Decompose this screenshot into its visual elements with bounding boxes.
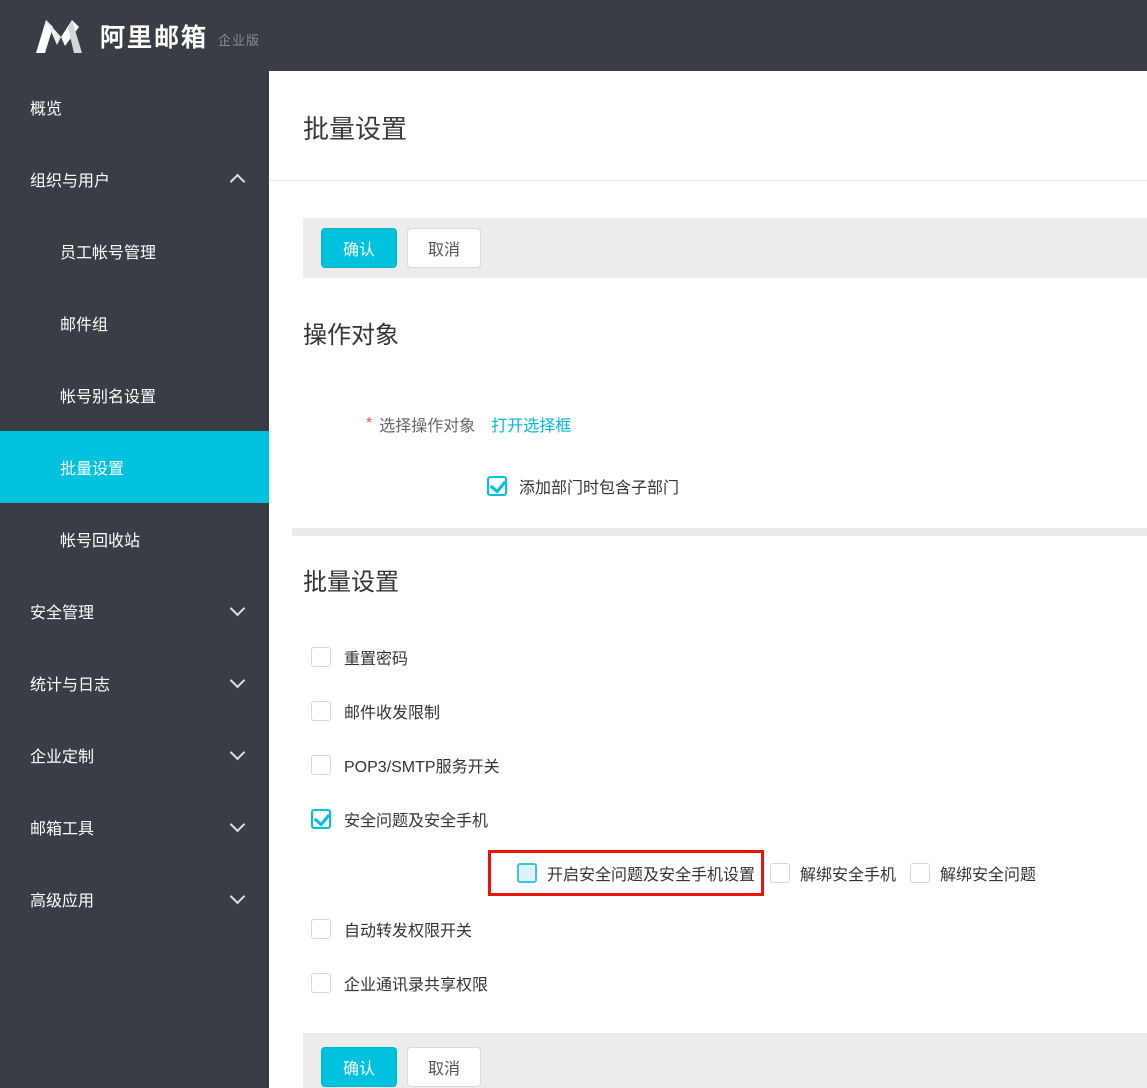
option-row-mail-limit: 邮件收发限制 xyxy=(311,701,1147,722)
brand-name: 阿里邮箱 xyxy=(100,23,209,52)
option-label: POP3/SMTP服务开关 xyxy=(344,759,500,776)
cancel-button[interactable]: 取消 xyxy=(407,228,481,268)
page-title: 批量设置 xyxy=(303,114,408,144)
alimail-logo: 阿里邮箱 企业版 xyxy=(34,18,260,54)
auto-forward-checkbox[interactable] xyxy=(311,919,331,939)
select-target-label: 选择操作对象 xyxy=(379,418,476,435)
cancel-button[interactable]: 取消 xyxy=(407,1047,481,1087)
sidebar-item-stats-logs[interactable]: 统计与日志 xyxy=(0,647,269,719)
confirm-button[interactable]: 确认 xyxy=(321,1047,397,1087)
chevron-down-icon xyxy=(229,600,246,617)
open-selector-link[interactable]: 打开选择框 xyxy=(491,412,571,436)
security-qa-phone-checkbox[interactable] xyxy=(311,809,331,829)
sidebar-item-advanced-apps[interactable]: 高级应用 xyxy=(0,863,269,935)
mail-limit-checkbox[interactable] xyxy=(311,701,331,721)
chevron-down-icon xyxy=(229,672,246,689)
sidebar-item-security-mgmt[interactable]: 安全管理 xyxy=(0,575,269,647)
include-subdept-label: 添加部门时包含子部门 xyxy=(519,480,680,497)
option-row-pop3-smtp: POP3/SMTP服务开关 xyxy=(311,755,1147,776)
pop3-smtp-checkbox[interactable] xyxy=(311,755,331,775)
required-asterisk: * xyxy=(366,415,373,432)
contacts-share-checkbox[interactable] xyxy=(311,973,331,993)
sidebar-item-enterprise-custom[interactable]: 企业定制 xyxy=(0,719,269,791)
sub-option-label: 开启安全问题及安全手机设置 xyxy=(547,867,756,884)
option-row-contacts-share: 企业通讯录共享权限 xyxy=(311,973,1147,994)
bottom-action-bar: 确认 取消 xyxy=(303,1033,1147,1088)
chevron-down-icon xyxy=(229,744,246,761)
include-subdept-checkbox[interactable] xyxy=(487,476,507,496)
confirm-button[interactable]: 确认 xyxy=(321,228,397,268)
include-subdept-row: 添加部门时包含子部门 xyxy=(487,474,1147,498)
top-action-bar: 确认 取消 xyxy=(303,218,1147,278)
sidebar-item-mailbox-tools[interactable]: 邮箱工具 xyxy=(0,791,269,863)
chevron-down-icon xyxy=(229,816,246,833)
sidebar-item-overview[interactable]: 概览 xyxy=(0,71,269,143)
page-header: 批量设置 xyxy=(269,71,1147,181)
sub-option-label: 解绑安全手机 xyxy=(800,867,897,884)
sidebar-item-mail-groups[interactable]: 邮件组 xyxy=(0,287,269,359)
enable-security-settings-checkbox[interactable] xyxy=(517,863,537,883)
batch-options-list: 重置密码 邮件收发限制 POP3/SMTP服务开关 安全问题及安全手机 开启安全… xyxy=(269,647,1147,994)
unbind-question-checkbox[interactable] xyxy=(910,863,931,883)
reset-password-checkbox[interactable] xyxy=(311,647,331,667)
sidebar-item-org-users[interactable]: 组织与用户 xyxy=(0,143,269,215)
chevron-up-icon xyxy=(229,173,246,190)
sidebar-item-account-recycle[interactable]: 帐号回收站 xyxy=(0,503,269,575)
sub-option-label: 解绑安全问题 xyxy=(940,867,1037,884)
unbind-phone-checkbox[interactable] xyxy=(770,863,791,883)
edition-badge: 企业版 xyxy=(218,33,261,48)
option-row-auto-forward: 自动转发权限开关 xyxy=(311,919,1147,940)
section-separator xyxy=(292,528,1147,536)
section-title-operation-target: 操作对象 xyxy=(303,322,399,349)
option-label: 重置密码 xyxy=(344,651,409,668)
option-label: 企业通讯录共享权限 xyxy=(344,977,489,994)
option-label: 邮件收发限制 xyxy=(344,705,441,722)
option-row-reset-password: 重置密码 xyxy=(311,647,1147,668)
sidebar-item-batch-settings[interactable]: 批量设置 xyxy=(0,431,269,503)
option-label: 安全问题及安全手机 xyxy=(344,813,489,830)
security-sub-options-row: 开启安全问题及安全手机设置 解绑安全手机 解绑安全问题 xyxy=(488,850,1147,896)
option-row-security-qa-phone: 安全问题及安全手机 xyxy=(311,809,1147,830)
sidebar-item-account-alias[interactable]: 帐号别名设置 xyxy=(0,359,269,431)
select-target-row: * 选择操作对象 打开选择框 xyxy=(366,412,1147,436)
sidebar: 概览 组织与用户 员工帐号管理 邮件组 帐号别名设置 批量设置 帐号回收站 安全… xyxy=(0,71,269,1088)
alimail-m-icon xyxy=(36,19,82,53)
option-label: 自动转发权限开关 xyxy=(344,923,473,940)
main-content: 批量设置 确认 取消 操作对象 * 选择操作对象 打开选择框 添加部门时包含子部… xyxy=(269,71,1147,1088)
section-title-batch-settings: 批量设置 xyxy=(303,569,399,596)
top-header: 阿里邮箱 企业版 xyxy=(0,0,1147,71)
highlight-box: 开启安全问题及安全手机设置 xyxy=(488,850,765,896)
sidebar-item-employee-accounts[interactable]: 员工帐号管理 xyxy=(0,215,269,287)
chevron-down-icon xyxy=(229,888,246,905)
